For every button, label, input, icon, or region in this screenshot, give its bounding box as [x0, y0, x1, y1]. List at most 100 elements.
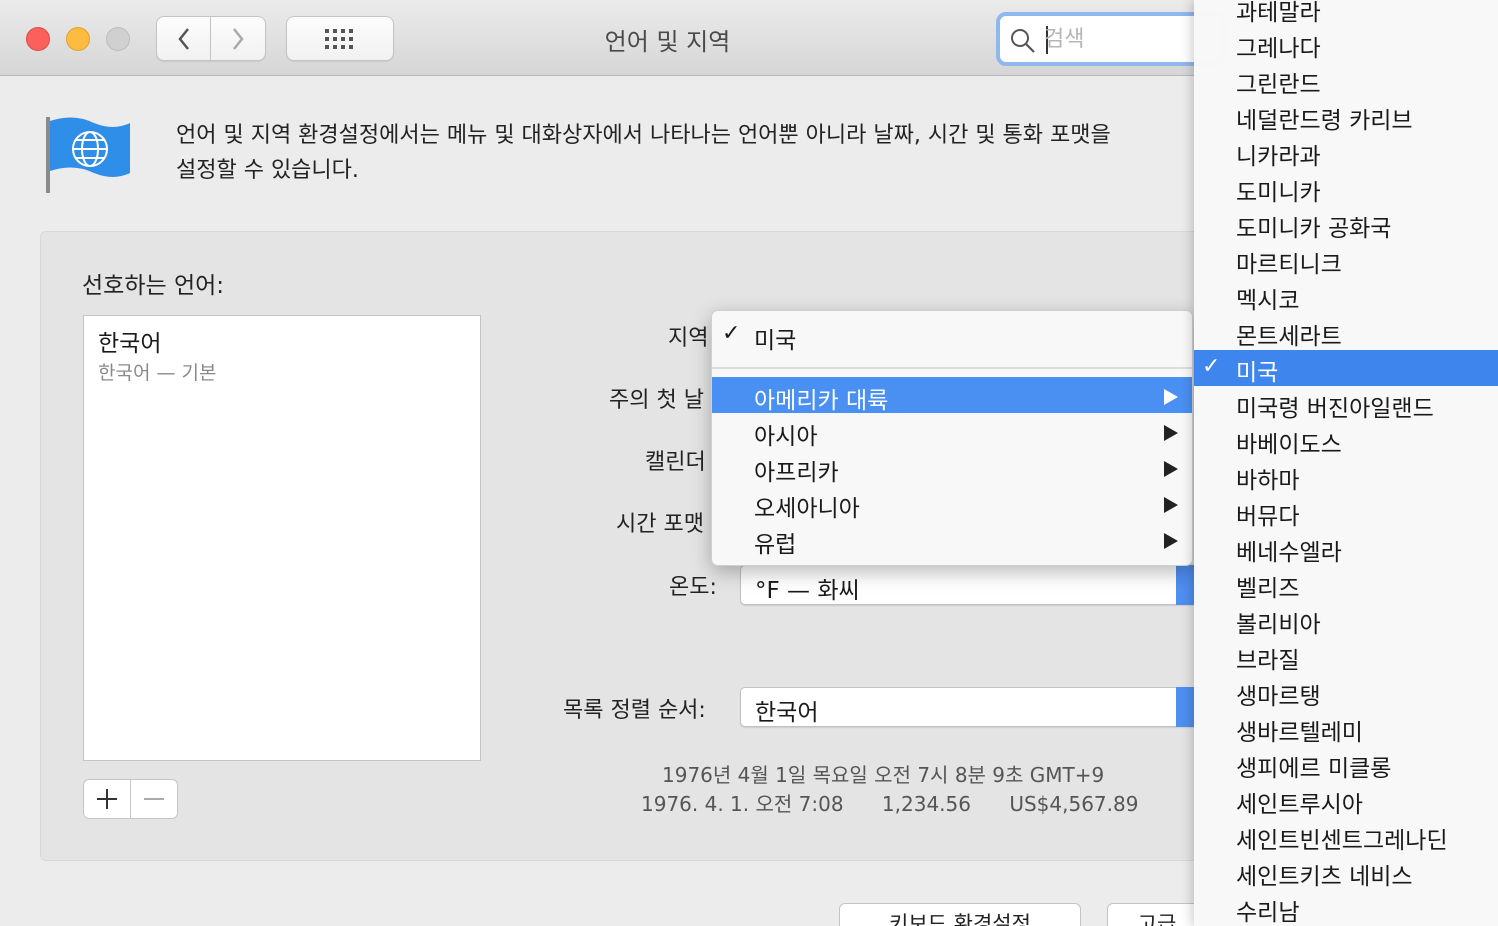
advanced-button[interactable]: 고급 — [1107, 903, 1207, 926]
country-menu-item-label: 생피에르 미클롱 — [1236, 756, 1392, 782]
zoom-window-button[interactable] — [106, 27, 130, 51]
temperature-label: 온도: — [669, 575, 717, 600]
country-menu-item[interactable]: 도미니카 — [1194, 170, 1498, 206]
checkmark-icon: ✓ — [1202, 354, 1221, 379]
country-menu-item-label: 브라질 — [1236, 648, 1300, 674]
country-menu-item[interactable]: 생마르탱 — [1194, 674, 1498, 710]
country-menu-item-label: 미국령 버진아일랜드 — [1236, 396, 1434, 422]
temperature-value: °F — 화씨 — [755, 578, 860, 604]
country-menu-item-label: 도미니카 공화국 — [1236, 216, 1392, 242]
country-menu-item[interactable]: 수리남 — [1194, 890, 1498, 926]
country-menu-item-label: 네덜란드령 카리브 — [1236, 108, 1413, 134]
forward-button[interactable] — [210, 16, 266, 61]
country-menu-item[interactable]: 생피에르 미클롱 — [1194, 746, 1498, 782]
country-menu-item[interactable]: 벨리즈 — [1194, 566, 1498, 602]
country-menu-item-label: 과테말라 — [1236, 0, 1321, 26]
minimize-window-button[interactable] — [66, 27, 90, 51]
country-menu-item[interactable]: 도미니카 공화국 — [1194, 206, 1498, 242]
country-menu-item[interactable]: 생바르텔레미 — [1194, 710, 1498, 746]
submenu-arrow-icon — [1162, 494, 1180, 520]
country-menu-item[interactable]: 미국령 버진아일랜드 — [1194, 386, 1498, 422]
remove-language-button[interactable] — [130, 779, 178, 819]
country-menu-item-label: 그린란드 — [1236, 72, 1321, 98]
country-menu-item[interactable]: 세인트빈센트그레나딘 — [1194, 818, 1498, 854]
country-menu-item[interactable]: 멕시코 — [1194, 278, 1498, 314]
show-all-button[interactable] — [286, 16, 394, 61]
country-menu-item[interactable]: 세인트키츠 네비스 — [1194, 854, 1498, 890]
intro-line-1: 언어 및 지역 환경설정에서는 메뉴 및 대화상자에서 나타나는 언어뿐 아니라… — [176, 123, 1111, 148]
country-menu-item-label: 생마르탱 — [1236, 684, 1321, 710]
country-menu-item-label: 그레나다 — [1236, 36, 1321, 62]
calendar-label: 캘린더 — [645, 450, 706, 475]
sort-order-popup[interactable]: 한국어 — [740, 687, 1200, 727]
region-menu-current-label: 미국 — [754, 328, 797, 354]
country-menu-item[interactable]: 과테말라 — [1194, 0, 1498, 26]
region-menu-item[interactable]: 아시아 — [712, 413, 1192, 450]
checkmark-icon: ✓ — [722, 321, 741, 346]
country-menu-item[interactable]: 그린란드 — [1194, 62, 1498, 98]
chevron-right-icon — [233, 27, 244, 50]
country-menu-item[interactable]: 세인트루시아 — [1194, 782, 1498, 818]
country-menu-item-label: 마르티니크 — [1236, 252, 1342, 278]
region-menu-item[interactable]: 유럽 — [712, 521, 1192, 558]
country-menu-item[interactable]: 니카라과 — [1194, 134, 1498, 170]
language-subtitle: 한국어 — 기본 — [98, 362, 217, 384]
submenu-arrow-icon — [1162, 386, 1180, 412]
grid-icon — [325, 28, 353, 49]
sort-order-label: 목록 정렬 순서: — [563, 698, 706, 723]
keyboard-preferences-button[interactable]: 키보드 환경설정 — [839, 903, 1081, 926]
search-input[interactable] — [1044, 24, 1194, 54]
country-menu-item-label: 버뮤다 — [1236, 504, 1300, 530]
country-menu-item-label: 세인트빈센트그레나딘 — [1236, 828, 1448, 854]
country-menu-item-label: 바하마 — [1236, 468, 1300, 494]
search-field[interactable] — [996, 12, 1226, 66]
region-menu-item[interactable]: 아메리카 대륙 — [712, 377, 1192, 414]
time-format-label: 시간 포맷 — [616, 512, 704, 537]
sort-order-value: 한국어 — [755, 700, 819, 726]
sample-currency: US$4,567.89 — [1009, 792, 1139, 816]
country-menu-item-label: 도미니카 — [1236, 180, 1321, 206]
preferred-languages-label: 선호하는 언어: — [82, 273, 225, 299]
region-menu-item[interactable]: 아프리카 — [712, 449, 1192, 486]
country-menu-item-label: 수리남 — [1236, 900, 1300, 926]
sample-short-date: 1976. 4. 1. 오전 7:08 — [641, 792, 844, 816]
country-menu-item[interactable]: 네덜란드령 카리브 — [1194, 98, 1498, 134]
region-label: 지역 — [668, 326, 709, 351]
country-menu-item[interactable]: 버뮤다 — [1194, 494, 1498, 530]
plus-icon — [97, 789, 117, 809]
country-menu-item[interactable]: 마르티니크 — [1194, 242, 1498, 278]
sample-long-date: 1976년 4월 1일 목요일 오전 7시 8분 9초 GMT+9 — [662, 763, 1105, 787]
country-menu-item[interactable]: 볼리비아 — [1194, 602, 1498, 638]
sample-formats: 1976. 4. 1. 오전 7:08 1,234.56 US$4,567.89 — [641, 788, 1170, 817]
search-icon — [1011, 29, 1035, 53]
submenu-arrow-icon — [1162, 458, 1180, 484]
chevron-left-icon — [177, 27, 189, 50]
country-menu-item[interactable]: 베네수엘라 — [1194, 530, 1498, 566]
country-menu-item-label: 몬트세라트 — [1236, 324, 1342, 350]
close-window-button[interactable] — [26, 27, 50, 51]
minus-icon — [144, 798, 164, 800]
submenu-arrow-icon — [1162, 530, 1180, 556]
country-menu-item[interactable]: 바하마 — [1194, 458, 1498, 494]
country-menu-item-label: 멕시코 — [1236, 288, 1300, 314]
country-menu-item-label: 니카라과 — [1236, 144, 1321, 170]
country-menu-item[interactable]: 몬트세라트 — [1194, 314, 1498, 350]
country-menu-item-label: 미국 — [1236, 360, 1279, 386]
region-menu-item[interactable]: 오세아니아 — [712, 485, 1192, 522]
country-menu-item[interactable]: 브라질 — [1194, 638, 1498, 674]
country-menu-item[interactable]: 그레나다 — [1194, 26, 1498, 62]
temperature-popup[interactable]: °F — 화씨 — [740, 565, 1200, 605]
intro-line-2: 설정할 수 있습니다. — [176, 158, 359, 183]
region-menu-current[interactable]: ✓ 미국 — [712, 317, 1192, 354]
language-name: 한국어 — [98, 331, 162, 357]
preferred-languages-list[interactable]: 한국어 한국어 — 기본 — [83, 315, 481, 761]
submenu-arrow-icon — [1162, 422, 1180, 448]
country-menu-item-label: 세인트루시아 — [1236, 792, 1363, 818]
country-menu-item[interactable]: ✓ 미국 — [1194, 350, 1498, 386]
region-menu-item-label: 유럽 — [754, 532, 797, 558]
add-language-button[interactable] — [83, 779, 131, 819]
back-button[interactable] — [156, 16, 211, 61]
region-menu-item-label: 아프리카 — [754, 460, 839, 486]
country-menu-item[interactable]: 바베이도스 — [1194, 422, 1498, 458]
menu-separator — [712, 367, 1192, 369]
